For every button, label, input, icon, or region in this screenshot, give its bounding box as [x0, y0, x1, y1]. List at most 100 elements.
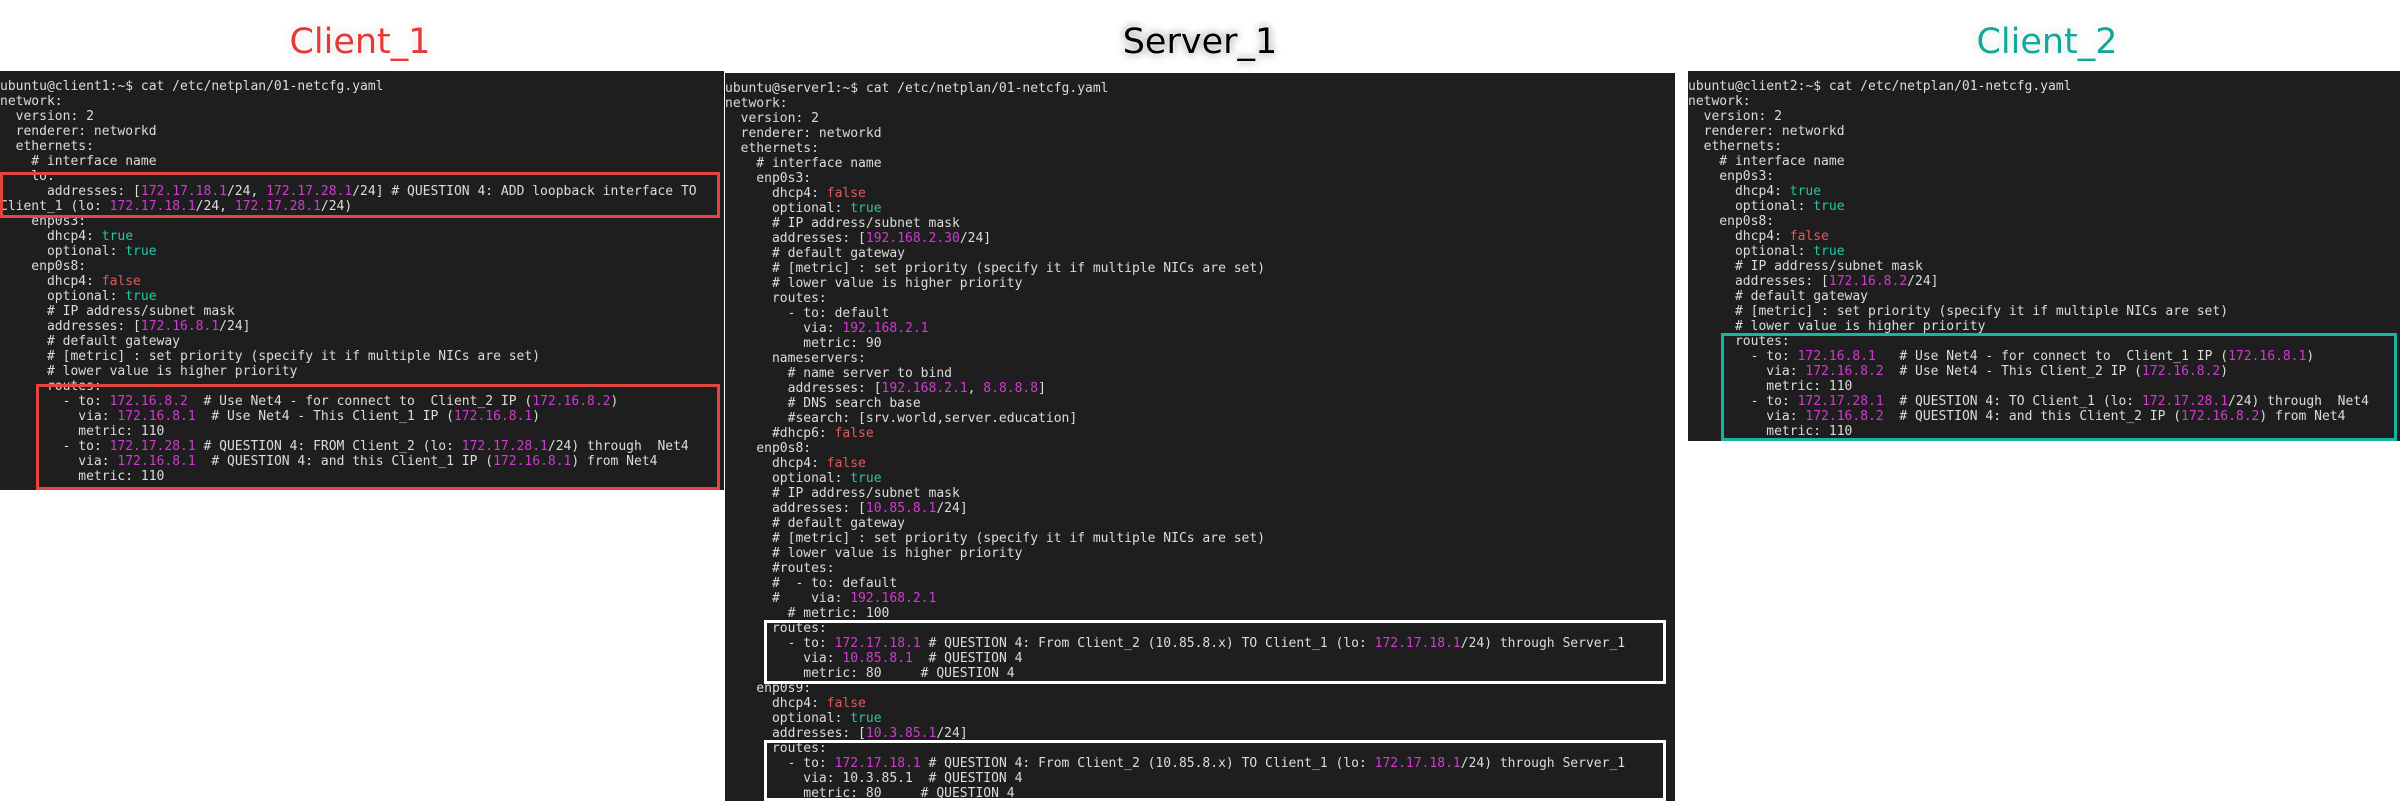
terminal-text: true: [1813, 244, 1845, 259]
terminal-line: # IP address/subnet mask: [725, 486, 1675, 501]
terminal-line: # default gateway: [725, 246, 1675, 261]
terminal-line: via: 192.168.2.1: [725, 321, 1675, 336]
terminal-text: renderer: networkd: [725, 126, 882, 141]
terminal-line: ethernets:: [0, 139, 724, 154]
terminal-line: enp0s3:: [725, 171, 1675, 186]
terminal-line: # interface name: [725, 156, 1675, 171]
terminal-text: # IP address/subnet mask: [725, 216, 960, 231]
server1-terminal[interactable]: ubuntu@server1:~$ cat /etc/netplan/01-ne…: [725, 73, 1675, 801]
terminal-line: version: 2: [1688, 109, 2400, 124]
terminal-line: enp0s8:: [1688, 214, 2400, 229]
terminal-line: # [metric] : set priority (specify it if…: [725, 531, 1675, 546]
terminal-text: /24]: [1907, 274, 1939, 289]
terminal-line: # IP address/subnet mask: [0, 304, 724, 319]
terminal-line: #dhcp6: false: [725, 426, 1675, 441]
terminal-text: # IP address/subnet mask: [1688, 259, 1923, 274]
terminal-line: dhcp4: false: [725, 456, 1675, 471]
terminal-text: ubuntu@client1:~$ cat /etc/netplan/01-ne…: [0, 79, 384, 94]
terminal-text: # default gateway: [725, 516, 906, 531]
client1-loopback-highlight: [0, 172, 720, 218]
terminal-text: - to: default: [725, 306, 890, 321]
terminal-text: # lower value is higher priority: [1688, 319, 1986, 334]
terminal-text: ubuntu@client2:~$ cat /etc/netplan/01-ne…: [1688, 79, 2072, 94]
terminal-text: dhcp4:: [1688, 184, 1790, 199]
terminal-text: 192.168.2.1: [881, 381, 968, 396]
terminal-text: 8.8.8.8: [983, 381, 1039, 396]
terminal-line: # interface name: [1688, 154, 2400, 169]
terminal-text: ,: [967, 381, 984, 396]
terminal-line: dhcp4: false: [725, 696, 1675, 711]
terminal-text: false: [826, 696, 866, 711]
terminal-text: true: [1813, 199, 1845, 214]
terminal-line: network:: [725, 96, 1675, 111]
terminal-text: /24]: [936, 501, 968, 516]
terminal-text: enp0s3:: [725, 171, 812, 186]
terminal-line: # name server to bind: [725, 366, 1675, 381]
terminal-line: renderer: networkd: [725, 126, 1675, 141]
terminal-text: true: [101, 229, 134, 244]
terminal-text: ethernets:: [0, 139, 94, 154]
terminal-text: 172.16.8.2: [1828, 274, 1908, 289]
terminal-text: true: [125, 244, 157, 259]
terminal-text: # [metric] : set priority (specify it if…: [725, 261, 1266, 276]
terminal-line: enp0s3:: [1688, 169, 2400, 184]
terminal-line: addresses: [172.16.8.1/24]: [0, 319, 724, 334]
terminal-line: ethernets:: [1688, 139, 2400, 154]
terminal-line: enp0s8:: [0, 259, 724, 274]
terminal-line: ethernets:: [725, 141, 1675, 156]
terminal-line: # [metric] : set priority (specify it if…: [725, 261, 1675, 276]
terminal-text: version: 2: [1688, 109, 1782, 124]
terminal-text: optional:: [1688, 244, 1814, 259]
terminal-line: routes:: [725, 291, 1675, 306]
terminal-text: 192.168.2.1: [850, 591, 937, 606]
terminal-line: # IP address/subnet mask: [1688, 259, 2400, 274]
terminal-text: ubuntu@server1:~$ cat /etc/netplan/01-ne…: [725, 81, 1109, 96]
terminal-text: network:: [725, 96, 788, 111]
terminal-text: ethernets:: [725, 141, 819, 156]
terminal-text: false: [834, 426, 874, 441]
terminal-line: ubuntu@server1:~$ cat /etc/netplan/01-ne…: [725, 81, 1675, 96]
terminal-text: optional:: [0, 289, 126, 304]
terminal-text: network:: [1688, 94, 1751, 109]
terminal-text: true: [125, 289, 157, 304]
terminal-text: true: [850, 201, 882, 216]
terminal-text: false: [826, 186, 866, 201]
terminal-line: # lower value is higher priority: [725, 276, 1675, 291]
terminal-text: # interface name: [1688, 154, 1845, 169]
terminal-text: false: [826, 456, 866, 471]
terminal-text: enp0s8:: [725, 441, 812, 456]
server1-enp0s8-routes-highlight: [764, 620, 1666, 684]
terminal-text: # [metric] : set priority (specify it if…: [1688, 304, 2229, 319]
terminal-text: false: [1789, 229, 1829, 244]
terminal-text: addresses: [: [725, 381, 882, 396]
terminal-line: # DNS search base: [725, 396, 1675, 411]
terminal-text: renderer: networkd: [0, 124, 157, 139]
terminal-text: dhcp4:: [725, 186, 827, 201]
terminal-text: dhcp4:: [0, 274, 102, 289]
terminal-line: renderer: networkd: [0, 124, 724, 139]
terminal-line: #search: [srv.world,server.education]: [725, 411, 1675, 426]
terminal-line: optional: true: [1688, 244, 2400, 259]
terminal-text: addresses: [: [725, 726, 866, 741]
terminal-text: #routes:: [725, 561, 835, 576]
terminal-line: version: 2: [725, 111, 1675, 126]
terminal-text: # metric: 100: [725, 606, 890, 621]
terminal-text: routes:: [725, 291, 827, 306]
terminal-text: optional:: [0, 244, 126, 259]
server1-enp0s9-routes-highlight: [764, 740, 1666, 801]
terminal-text: #search: [srv.world,server.education]: [725, 411, 1078, 426]
terminal-line: optional: true: [725, 471, 1675, 486]
terminal-text: 192.168.2.30: [865, 231, 960, 246]
terminal-text: enp0s3:: [1688, 169, 1775, 184]
terminal-line: optional: true: [1688, 199, 2400, 214]
terminal-text: # default gateway: [725, 246, 906, 261]
terminal-text: addresses: [: [0, 319, 141, 334]
terminal-line: metric: 90: [725, 336, 1675, 351]
terminal-text: addresses: [: [1688, 274, 1829, 289]
terminal-line: # default gateway: [1688, 289, 2400, 304]
terminal-line: addresses: [172.16.8.2/24]: [1688, 274, 2400, 289]
terminal-text: # [metric] : set priority (specify it if…: [725, 531, 1266, 546]
terminal-text: true: [1789, 184, 1822, 199]
terminal-line: # lower value is higher priority: [0, 364, 724, 379]
terminal-line: dhcp4: false: [0, 274, 724, 289]
